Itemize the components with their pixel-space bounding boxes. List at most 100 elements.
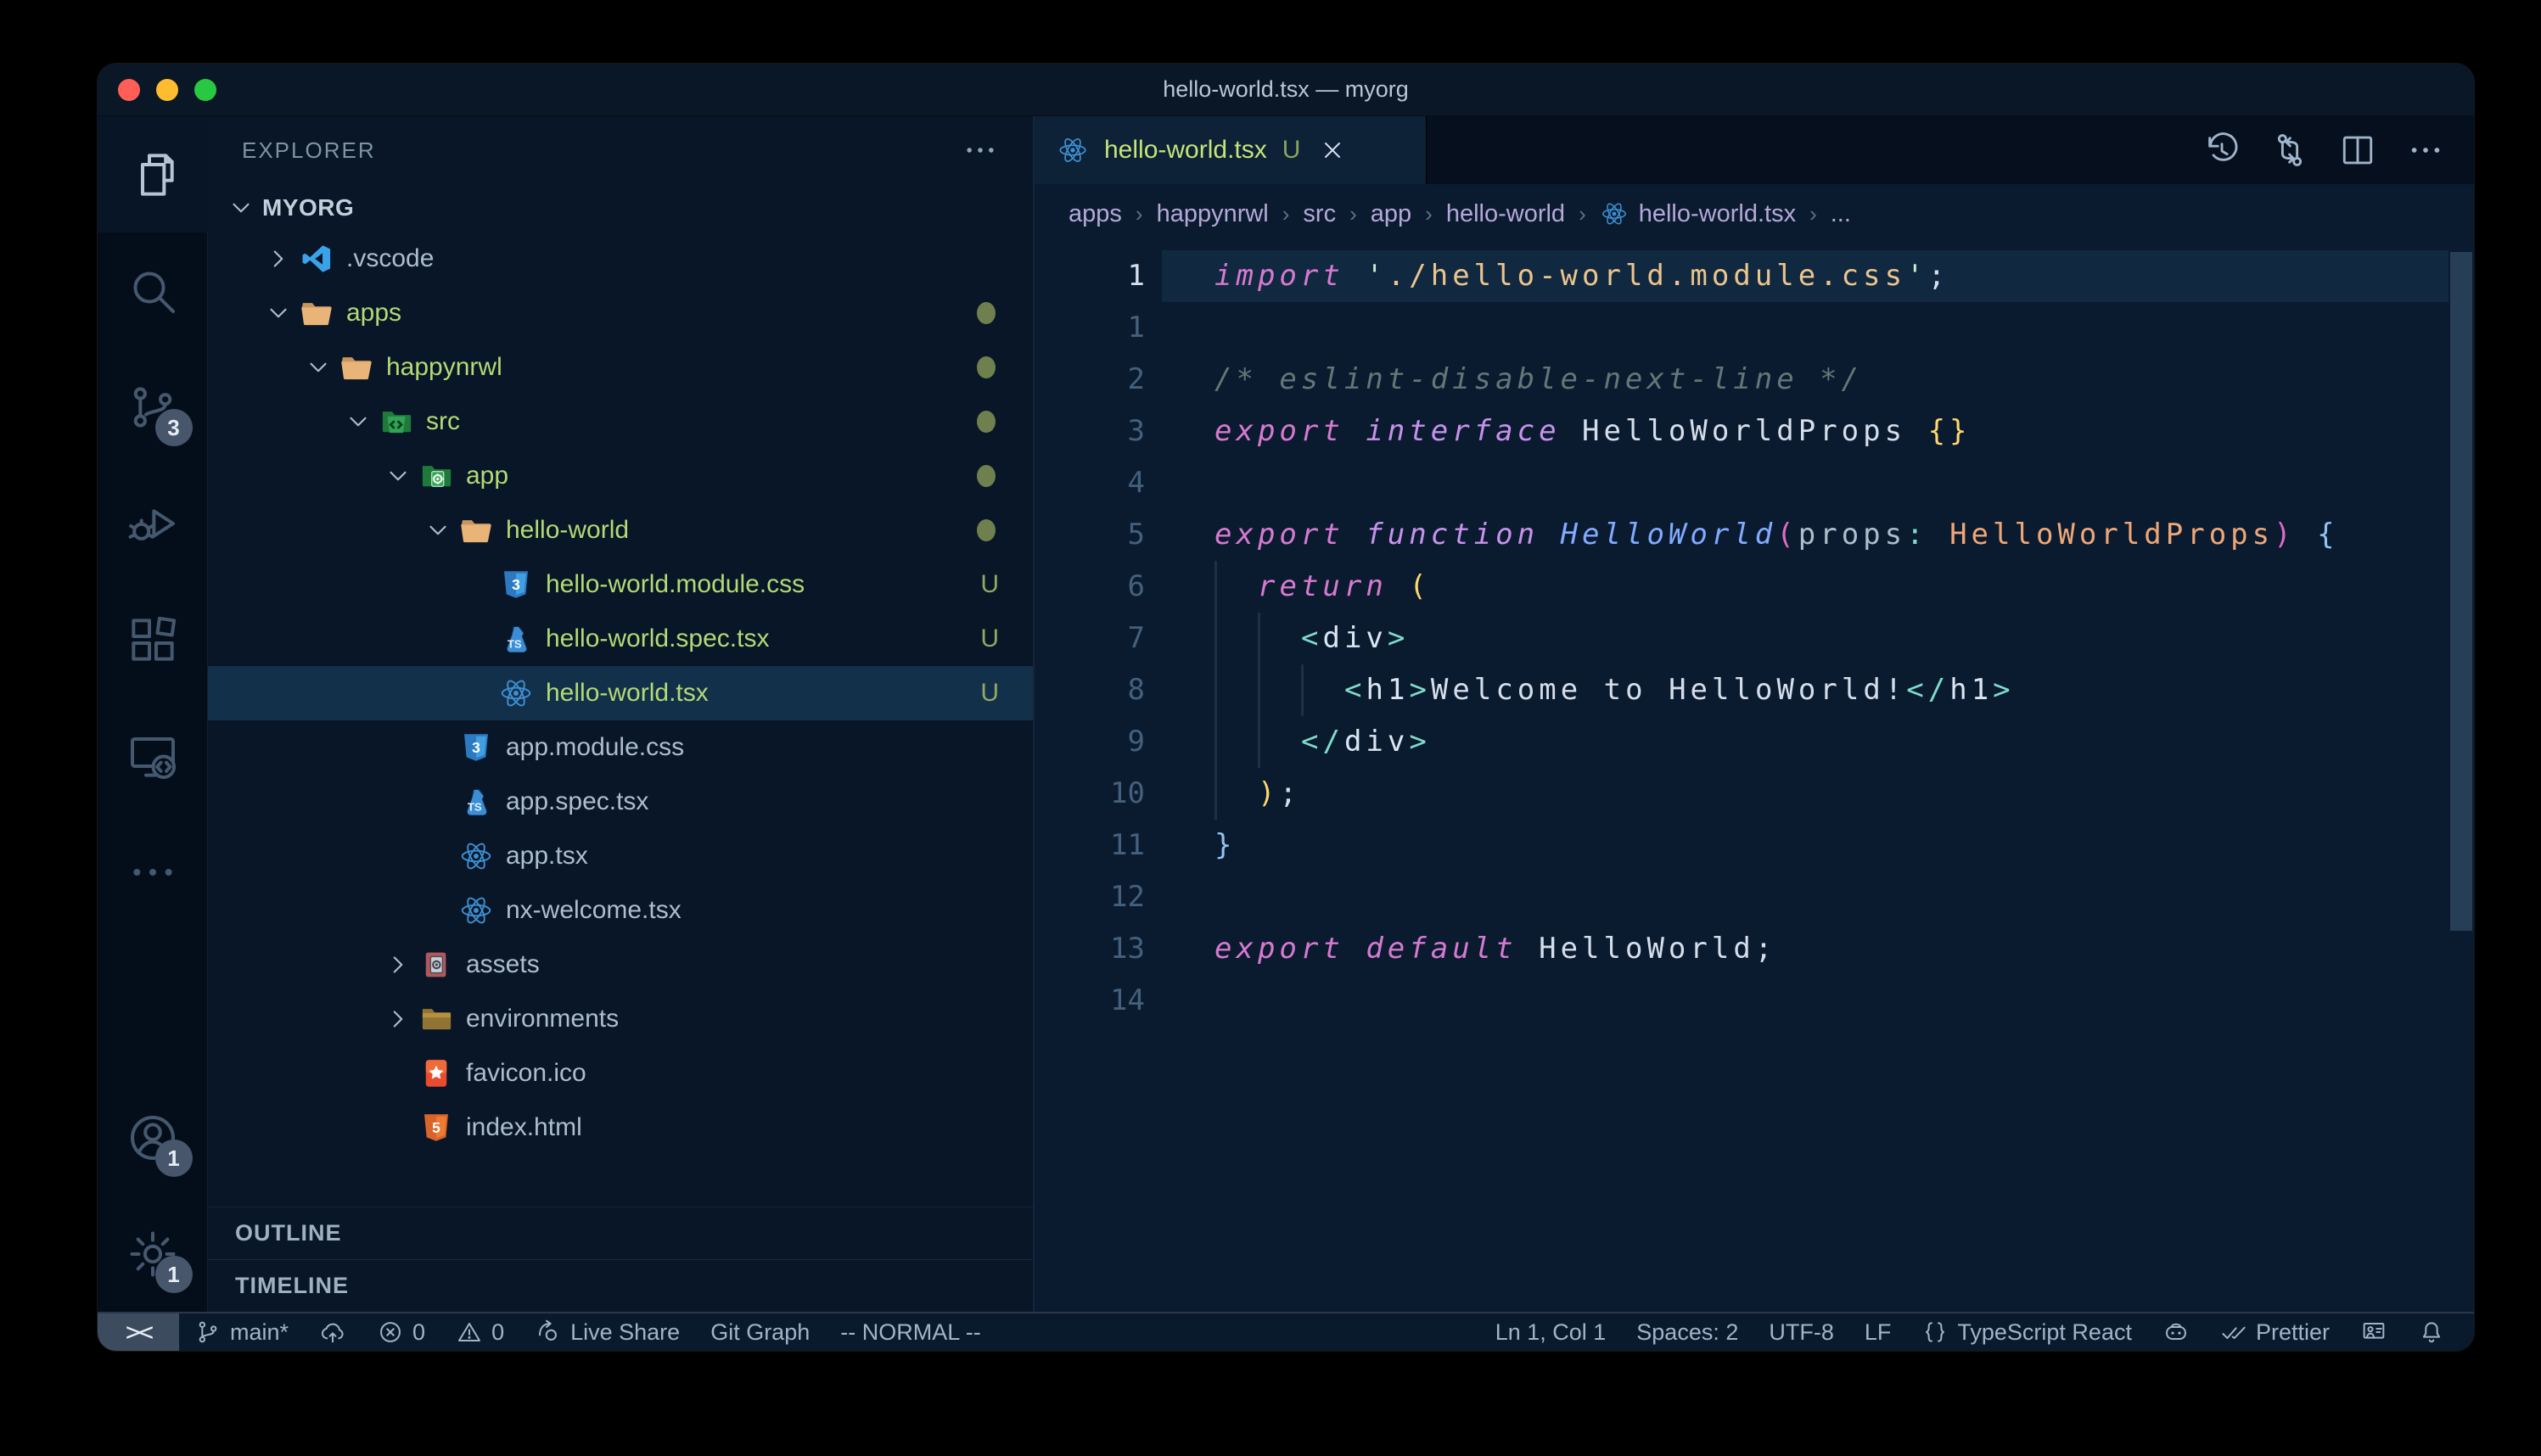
tree-item-hello-world[interactable]: hello-world (208, 503, 1033, 557)
status--normal-[interactable]: -- NORMAL -- (825, 1313, 996, 1351)
tree-item-label: hello-world.module.css (546, 570, 805, 599)
code-line[interactable]: 12 (1035, 871, 2474, 923)
section-outline[interactable]: OUTLINE (208, 1207, 1033, 1259)
breadcrumb-item[interactable]: apps (1069, 200, 1122, 228)
react-icon (1600, 199, 1629, 228)
tree-item-label: hello-world.spec.tsx (546, 624, 769, 653)
tree-item-favicon-ico[interactable]: favicon.ico (208, 1046, 1033, 1100)
breadcrumb-item[interactable]: hello-world.tsx (1639, 200, 1796, 228)
tree-twistie[interactable] (260, 299, 297, 328)
tree-item-app-spec-tsx[interactable]: TSapp.spec.tsx (208, 775, 1033, 829)
tab-git-status-badge: U (1282, 136, 1301, 165)
status-git-graph[interactable]: Git Graph (695, 1313, 825, 1351)
code-line[interactable]: 5export function HelloWorld(props: Hello… (1035, 509, 2474, 561)
status-live-share[interactable]: Live Share (519, 1313, 695, 1351)
breadcrumb-item[interactable]: app (1371, 200, 1411, 228)
status-utf-8[interactable]: UTF-8 (1753, 1313, 1849, 1351)
breadcrumb-separator: › (1136, 201, 1143, 227)
tree-twistie[interactable] (339, 407, 377, 436)
code-line[interactable]: 1 (1035, 302, 2474, 354)
activity-remote-explorer[interactable] (98, 697, 208, 814)
remote-indicator-button[interactable]: >< (98, 1313, 179, 1351)
compare-changes-icon (2270, 131, 2309, 170)
tree-item-app[interactable]: app (208, 449, 1033, 503)
code-line[interactable]: 7<div> (1035, 613, 2474, 664)
split-editor-icon[interactable] (2338, 131, 2377, 170)
status-0[interactable]: 0 (362, 1313, 440, 1351)
tree-item-hello-world-spec-tsx[interactable]: TShello-world.spec.tsxU (208, 612, 1033, 666)
workspace-section-myorg[interactable]: MYORG (208, 184, 1033, 232)
titlebar[interactable]: hello-world.tsx — myorg (98, 64, 2474, 116)
code-line[interactable]: 1import './hello-world.module.css'; (1035, 250, 2474, 302)
code-line[interactable]: 14 (1035, 975, 2474, 1027)
code-line[interactable]: 10); (1035, 768, 2474, 820)
activity-extensions[interactable] (98, 581, 208, 697)
status-copilot[interactable] (2147, 1313, 2205, 1351)
activity-files[interactable] (98, 116, 208, 232)
code-line[interactable]: 13export default HelloWorld; (1035, 923, 2474, 975)
status-cloud-upload[interactable] (304, 1313, 362, 1351)
zoom-window-button[interactable] (194, 79, 216, 101)
minimize-window-button[interactable] (156, 79, 178, 101)
editor-scrollbar[interactable] (2450, 252, 2472, 931)
line-content: return ( (1214, 561, 1431, 613)
tree-item-hello-world-module-css[interactable]: 3hello-world.module.cssU (208, 557, 1033, 612)
tab-label: hello-world.tsx (1104, 136, 1267, 165)
explorer-more-actions-button[interactable] (962, 132, 999, 169)
tree-twistie[interactable] (300, 353, 337, 382)
tree-twistie[interactable] (379, 950, 417, 979)
activity-run-debug[interactable] (98, 465, 208, 581)
code-line[interactable]: 3export interface HelloWorldProps {} (1035, 406, 2474, 457)
tree-item-assets[interactable]: assets (208, 938, 1033, 992)
tree-twistie[interactable] (419, 516, 457, 545)
status-bell[interactable] (2403, 1313, 2460, 1351)
code-line[interactable]: 11} (1035, 820, 2474, 871)
breadcrumb-item[interactable]: src (1303, 200, 1336, 228)
react-file-icon (458, 838, 494, 874)
tree-item-src[interactable]: src (208, 395, 1033, 449)
section-timeline[interactable]: TIMELINE (208, 1259, 1033, 1312)
activity-search[interactable] (98, 232, 208, 349)
tree-twistie[interactable] (379, 1005, 417, 1033)
status-lf[interactable]: LF (1849, 1313, 1907, 1351)
activity-more[interactable] (98, 814, 208, 930)
history-icon[interactable] (2202, 131, 2241, 170)
compare-changes-icon[interactable] (2270, 131, 2309, 170)
tree-item-app-tsx[interactable]: app.tsx (208, 829, 1033, 883)
activity-source-control[interactable]: 3 (98, 349, 208, 465)
tree-item-index-html[interactable]: 5index.html (208, 1100, 1033, 1155)
code-line[interactable]: 6return ( (1035, 561, 2474, 613)
status-prettier[interactable]: Prettier (2205, 1313, 2345, 1351)
code-editor[interactable]: 1import './hello-world.module.css';12/* … (1035, 244, 2474, 1312)
breadcrumb-item[interactable]: hello-world (1446, 200, 1565, 228)
code-line[interactable]: 2/* eslint-disable-next-line */ (1035, 354, 2474, 406)
indent-guide (1214, 768, 1258, 820)
status-ln-1-col-1[interactable]: Ln 1, Col 1 (1480, 1313, 1622, 1351)
status-main-[interactable]: main* (179, 1313, 304, 1351)
status-spaces-2[interactable]: Spaces: 2 (1621, 1313, 1753, 1351)
tree-twistie[interactable] (379, 462, 417, 490)
tree-item-nx-welcome-tsx[interactable]: nx-welcome.tsx (208, 883, 1033, 938)
code-line[interactable]: 9</div> (1035, 716, 2474, 768)
code-line[interactable]: 4 (1035, 457, 2474, 509)
close-window-button[interactable] (118, 79, 140, 101)
tree-twistie[interactable] (260, 244, 297, 273)
status-feedback[interactable] (2345, 1313, 2403, 1351)
breadcrumb-item[interactable]: ... (1831, 200, 1851, 228)
tree-item-environments[interactable]: environments (208, 992, 1033, 1046)
close-tab-icon[interactable] (1319, 137, 1346, 164)
status-typescript-react[interactable]: TypeScript React (1906, 1313, 2147, 1351)
tree-item-happynrwl[interactable]: happynrwl (208, 340, 1033, 395)
tab-hello-world-tsx[interactable]: hello-world.tsx U (1035, 116, 1427, 184)
tree-item-hello-world-tsx[interactable]: hello-world.tsxU (208, 666, 1033, 720)
code-line[interactable]: 8<h1>Welcome to HelloWorld!</h1> (1035, 664, 2474, 716)
tree-item--vscode[interactable]: .vscode (208, 232, 1033, 286)
status-0[interactable]: 0 (440, 1313, 519, 1351)
activity-settings-gear[interactable]: 1 (98, 1196, 208, 1312)
tree-item-app-module-css[interactable]: 3app.module.css (208, 720, 1033, 775)
activity-accounts[interactable]: 1 (98, 1079, 208, 1196)
token: < (1301, 621, 1322, 655)
tree-item-apps[interactable]: apps (208, 286, 1033, 340)
breadcrumb-item[interactable]: happynrwl (1157, 200, 1269, 228)
more-icon[interactable] (2406, 131, 2445, 170)
